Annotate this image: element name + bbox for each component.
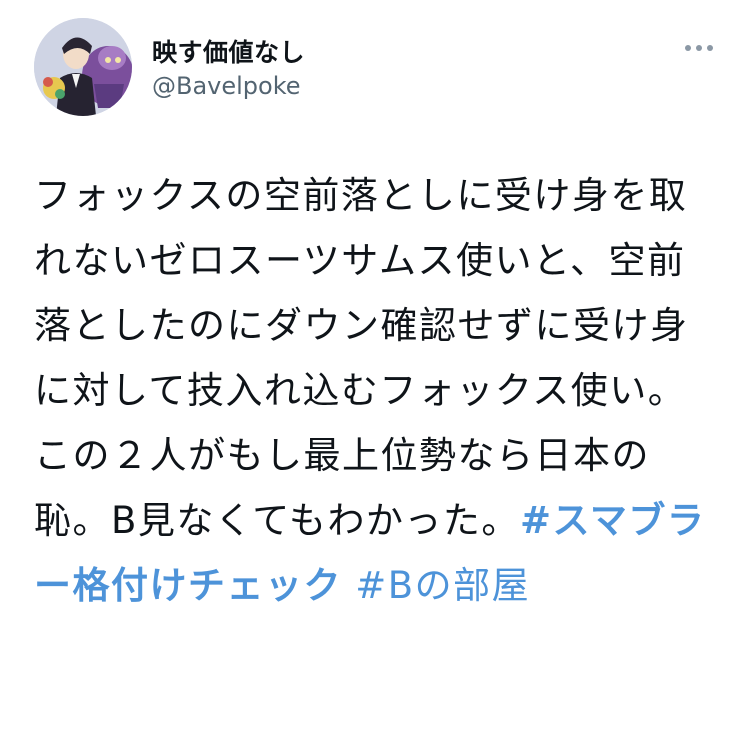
- avatar[interactable]: [34, 18, 132, 116]
- tweet-text: フォックスの空前落としに受け身を取れないゼロスーツサムス使いと、空前落としたのに…: [34, 163, 724, 618]
- user-handle[interactable]: @Bavelpoke: [152, 72, 301, 100]
- more-dots-icon: [685, 45, 713, 51]
- avatar-illustration-icon: [34, 18, 132, 116]
- tweet-body: フォックスの空前落としに受け身を取れないゼロスーツサムス使いと、空前落としたのに…: [34, 174, 689, 542]
- display-name[interactable]: 映す価値なし: [152, 33, 305, 69]
- tweet-card: 映す価値なし @Bavelpoke フォックスの空前落としに受け身を取れないゼロ…: [0, 0, 749, 731]
- hashtag-link[interactable]: #Bの部屋: [355, 564, 530, 607]
- more-options-button[interactable]: [676, 34, 722, 62]
